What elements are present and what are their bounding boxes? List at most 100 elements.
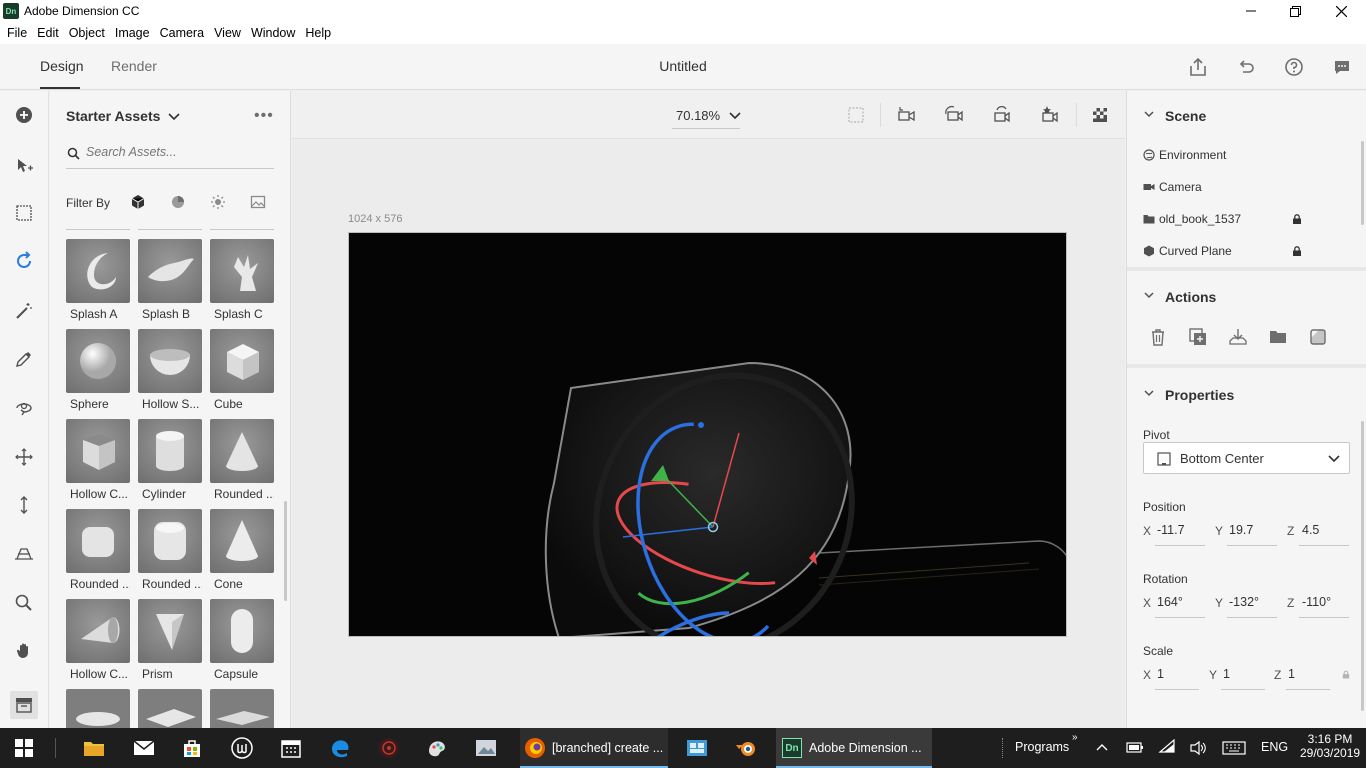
marquee-select-icon[interactable] [12, 201, 36, 225]
chevron-down-icon[interactable] [1144, 111, 1154, 119]
assets-dropdown[interactable]: Starter Assets [66, 108, 180, 124]
add-content-icon[interactable] [12, 103, 36, 127]
volume-icon[interactable] [1189, 740, 1207, 756]
zoom-level[interactable]: 70.18% [676, 108, 720, 123]
lock-icon[interactable] [1292, 214, 1302, 224]
camera-rotate-icon[interactable] [992, 105, 1012, 125]
render-preview-icon[interactable] [1090, 105, 1110, 125]
rotate-tool-icon[interactable] [12, 249, 36, 273]
unreal-engine-icon[interactable] [230, 736, 254, 760]
eyedropper-icon[interactable] [12, 347, 36, 371]
rotation-x-field[interactable]: 164° [1157, 595, 1183, 609]
input-language[interactable]: ENG [1261, 740, 1288, 754]
asset-hollow-cone[interactable]: Hollow C... [66, 599, 130, 681]
asset-prism[interactable]: Prism [138, 599, 202, 681]
asset-rounded-cone[interactable]: Rounded ... [210, 419, 274, 501]
asset-partial[interactable] [210, 689, 274, 728]
undo-icon[interactable] [1235, 56, 1257, 78]
camera-frame-icon[interactable] [897, 105, 917, 125]
menu-help[interactable]: Help [305, 26, 331, 40]
programs-toolbar[interactable]: Programs [1015, 740, 1069, 754]
pan-camera-icon[interactable] [12, 445, 36, 469]
menu-file[interactable]: File [7, 26, 27, 40]
scale-lock-icon[interactable] [1342, 670, 1350, 679]
more-options-icon[interactable]: ••• [254, 107, 274, 125]
help-icon[interactable] [1283, 56, 1305, 78]
asset-rounded-cylinder[interactable]: Rounded ... [138, 509, 202, 591]
scene-item-camera[interactable]: Camera [1143, 177, 1202, 197]
file-explorer-icon[interactable] [82, 736, 106, 760]
asset-splash-b[interactable]: Splash B [138, 239, 202, 321]
scene-item-curved-plane[interactable]: Curved Plane [1143, 241, 1232, 261]
store-icon[interactable] [180, 736, 204, 760]
clock[interactable]: 3:16 PM 29/03/2019 [1300, 732, 1360, 760]
horizon-tool-icon[interactable] [12, 541, 36, 565]
restore-button[interactable] [1272, 0, 1318, 22]
asset-capsule[interactable]: Capsule [210, 599, 274, 681]
chevron-down-icon[interactable] [729, 112, 741, 120]
select-move-icon[interactable] [12, 154, 36, 178]
pivot-select[interactable]: Bottom Center [1143, 442, 1350, 474]
scale-z-field[interactable]: 1 [1288, 667, 1295, 681]
group-folder-icon[interactable] [1268, 327, 1288, 347]
network-app-icon[interactable] [685, 736, 709, 760]
magic-wand-icon[interactable] [12, 299, 36, 323]
menu-camera[interactable]: Camera [160, 26, 204, 40]
menu-object[interactable]: Object [69, 26, 105, 40]
trash-icon[interactable] [1148, 327, 1168, 347]
asset-rounded-cube[interactable]: Rounded ... [66, 509, 130, 591]
camera-bookmark-icon[interactable] [1040, 105, 1060, 125]
asset-hollow-sphere[interactable]: Hollow S... [138, 329, 202, 411]
paint-app-icon[interactable] [425, 736, 449, 760]
asset-hollow-cube[interactable]: Hollow C... [66, 419, 130, 501]
calendar-icon[interactable] [279, 736, 303, 760]
chevron-up-icon[interactable] [1096, 742, 1108, 752]
rotation-z-field[interactable]: -110° [1302, 595, 1331, 609]
chevron-down-icon[interactable] [1144, 390, 1154, 398]
asset-splash-c[interactable]: Splash C [210, 239, 274, 321]
asset-partial[interactable] [66, 689, 130, 728]
hand-tool-icon[interactable] [12, 639, 36, 663]
lock-icon[interactable] [1292, 246, 1302, 256]
place-on-ground-icon[interactable] [1228, 327, 1248, 347]
scene-item-environment[interactable]: Environment [1143, 145, 1226, 165]
scene-item-old-book[interactable]: old_book_1537 [1143, 209, 1241, 229]
dolly-camera-icon[interactable] [12, 493, 36, 517]
rotation-y-field[interactable]: -132° [1229, 595, 1259, 609]
library-panel-icon[interactable] [10, 691, 38, 719]
blender-icon[interactable] [734, 736, 758, 760]
battery-icon[interactable] [1126, 740, 1144, 754]
close-button[interactable] [1318, 0, 1364, 22]
scale-x-field[interactable]: 1 [1157, 667, 1164, 681]
windows-start-icon[interactable] [12, 736, 36, 760]
menu-image[interactable]: Image [115, 26, 150, 40]
asset-cone[interactable]: Cone [210, 509, 274, 591]
keyboard-icon[interactable] [1222, 741, 1246, 755]
assets-scrollbar[interactable] [284, 501, 287, 601]
asset-splash-a[interactable]: Splash A [66, 239, 130, 321]
menu-window[interactable]: Window [251, 26, 295, 40]
mail-icon[interactable] [132, 736, 156, 760]
frame-selection-icon[interactable] [846, 105, 866, 125]
properties-scrollbar[interactable] [1361, 421, 1364, 711]
taskbar-firefox[interactable]: [branched] create ... [520, 728, 668, 768]
asset-cube[interactable]: Cube [210, 329, 274, 411]
wifi-icon[interactable] [1158, 739, 1176, 755]
edge-browser-icon[interactable] [328, 736, 352, 760]
camera-orbit-icon[interactable] [944, 105, 964, 125]
position-z-field[interactable]: 4.5 [1302, 523, 1319, 537]
menu-view[interactable]: View [214, 26, 241, 40]
position-x-field[interactable]: -11.7 [1157, 523, 1185, 537]
scale-y-field[interactable]: 1 [1223, 667, 1230, 681]
filter-images-icon[interactable] [250, 194, 266, 210]
scene-scrollbar[interactable] [1361, 141, 1364, 225]
asset-cylinder[interactable]: Cylinder [138, 419, 202, 501]
asset-sphere[interactable]: Sphere [66, 329, 130, 411]
photos-app-icon[interactable] [474, 736, 498, 760]
chevron-right-double-icon[interactable]: » [1072, 732, 1078, 743]
filter-models-icon[interactable] [130, 194, 146, 210]
3d-viewport[interactable] [348, 232, 1067, 637]
minimize-button[interactable] [1228, 0, 1274, 22]
zoom-tool-icon[interactable] [12, 591, 36, 615]
chevron-down-icon[interactable] [1144, 292, 1154, 300]
